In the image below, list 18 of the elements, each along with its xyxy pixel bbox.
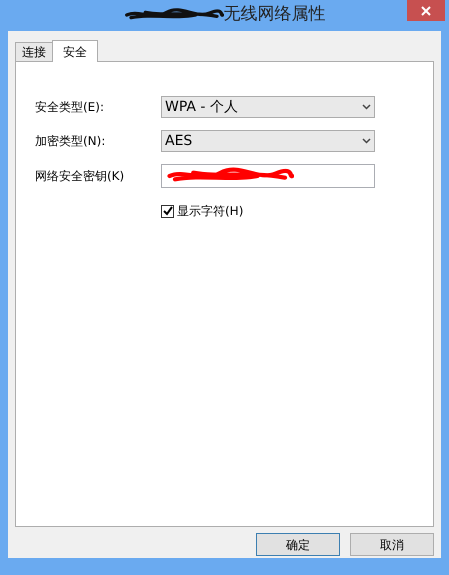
window-title: 无线网络属性 — [224, 3, 326, 26]
chevron-down-icon — [362, 138, 371, 144]
close-button[interactable] — [407, 0, 445, 21]
checkmark-icon — [162, 206, 172, 216]
tab[interactable]: 连接 — [15, 42, 52, 61]
field-label: 网络安全密钥(K) — [35, 168, 126, 185]
field-label: 安全类型(E): — [35, 99, 105, 116]
dropdown[interactable]: WPA - 个人 — [161, 96, 375, 118]
password-field[interactable] — [161, 164, 375, 188]
checkbox[interactable] — [161, 204, 174, 218]
field-label: 加密类型(N): — [35, 133, 106, 150]
dialog-button[interactable]: 取消 — [350, 533, 434, 556]
dropdown[interactable]: AES — [161, 130, 375, 152]
close-icon — [421, 6, 431, 16]
chevron-down-icon — [362, 104, 371, 110]
checkbox-label: 显示字符(H) — [177, 203, 244, 220]
tab[interactable]: 安全 — [52, 40, 98, 62]
dialog-button[interactable]: 确定 — [256, 533, 340, 556]
